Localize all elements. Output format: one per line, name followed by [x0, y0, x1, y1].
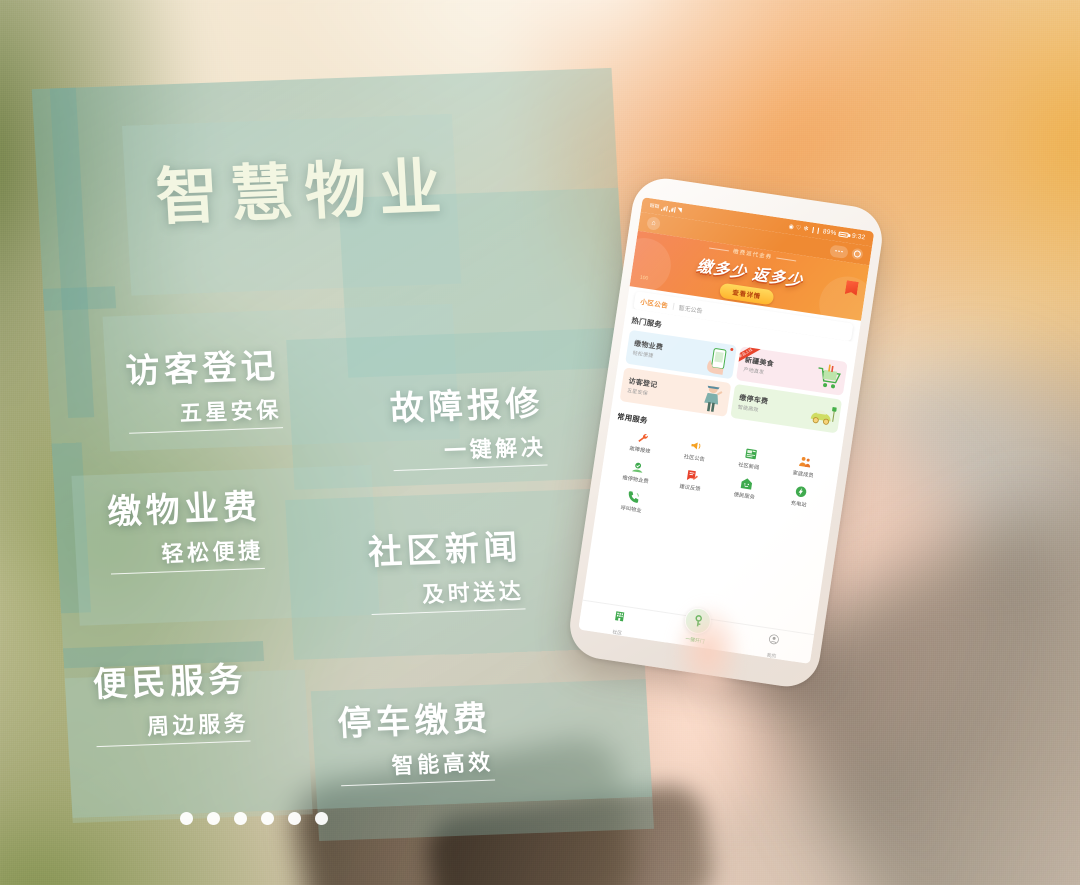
tab-community[interactable]: 社区: [579, 604, 659, 642]
feature-subtitle: 五星安保: [127, 392, 283, 434]
shield-icon: ♡: [795, 225, 802, 232]
phone-hand-icon: [707, 348, 727, 375]
page-title: 智慧物业: [154, 152, 456, 233]
home-icon[interactable]: ⌂: [646, 216, 661, 231]
feature-title: 社区新闻: [367, 528, 523, 573]
tab-label: 我的: [766, 652, 777, 660]
notice-value: 暂无公告: [678, 305, 703, 315]
signal-icon: [660, 204, 668, 212]
service-label: 便民服务: [733, 491, 756, 501]
wrench-icon: [633, 429, 650, 446]
user-icon: [766, 632, 781, 652]
family-icon: [797, 453, 814, 470]
service-item-convenience[interactable]: 便民服务: [717, 472, 775, 504]
carousel-dot[interactable]: [261, 812, 274, 825]
carousel-dots[interactable]: [180, 812, 328, 825]
service-label: 社区新闻: [737, 462, 760, 472]
battery-percent-label: 89%: [822, 228, 837, 238]
service-item-news[interactable]: 社区新闻: [721, 442, 779, 474]
feature-subtitle: 智能高效: [339, 744, 495, 787]
carousel-dot[interactable]: [207, 812, 220, 825]
service-item-family[interactable]: 家庭成员: [775, 450, 833, 482]
phone-call-icon: [624, 488, 641, 505]
divider: [672, 302, 675, 310]
service-label: 故障报修: [628, 445, 651, 456]
feature-visitor-registration: 访客登记 五星安保: [124, 338, 283, 434]
service-label: 家庭成员: [792, 470, 814, 480]
feature-parking-payment: 停车缴费 智能高效: [336, 691, 495, 787]
feature-community-news: 社区新闻 及时送达: [367, 520, 526, 615]
notice-label: 小区公告: [639, 298, 669, 310]
building-icon: [612, 608, 627, 628]
pay-hand-icon: [629, 458, 646, 475]
feature-title: 缴物业费: [106, 488, 263, 532]
tab-profile[interactable]: 我的: [733, 627, 813, 664]
feature-property-fee: 缴物业费 轻松便捷: [106, 479, 265, 575]
feature-subtitle: 及时送达: [369, 573, 526, 615]
carousel-dot[interactable]: [315, 812, 328, 825]
carousel-dot[interactable]: [288, 812, 301, 825]
shopping-cart-icon: [818, 364, 841, 389]
service-item-call-property[interactable]: 呼叫物业: [603, 485, 661, 517]
house-smile-icon: [738, 475, 755, 492]
status-bar-left: ▤▤ ◥: [649, 202, 682, 214]
clock-label: 9:32: [851, 232, 866, 242]
feedback-icon: [683, 466, 700, 483]
wifi-icon: ◥: [676, 207, 683, 215]
ribbon-icon: [845, 280, 859, 296]
service-item-repair[interactable]: 故障报修: [612, 426, 670, 458]
feature-title: 故障报修: [389, 384, 545, 429]
dual-sim-icon: ▤▤: [649, 202, 660, 210]
feature-convenience-service: 便民服务 周边服务: [92, 652, 251, 748]
target-icon[interactable]: [851, 247, 864, 261]
charge-icon: [792, 483, 809, 500]
battery-icon: [837, 231, 851, 238]
service-label: 社区公告: [683, 454, 706, 464]
feature-subtitle: 周边服务: [94, 705, 251, 748]
signal-icon: [668, 205, 676, 213]
service-item-charging-station[interactable]: 充电站: [771, 480, 829, 512]
tab-open-door[interactable]: 一键开门: [656, 606, 736, 649]
service-label: 缴停物业费: [621, 475, 649, 486]
service-label: 建议反馈: [678, 483, 701, 493]
key-icon: [683, 606, 713, 636]
megaphone-icon: [688, 437, 705, 454]
tab-label: 一键开门: [684, 637, 705, 646]
carousel-dot[interactable]: [234, 812, 247, 825]
eye-icon: ◉: [788, 224, 795, 231]
carousel-dot[interactable]: [180, 812, 193, 825]
tab-label: 社区: [612, 629, 623, 637]
bluetooth-icon: ✻: [802, 226, 809, 233]
service-item-announcement[interactable]: 社区公告: [667, 434, 725, 466]
feature-subtitle: 一键解决: [391, 429, 548, 472]
feature-subtitle: 轻松便捷: [108, 532, 265, 575]
feature-title: 便民服务: [92, 660, 248, 705]
feature-repair-report: 故障报修 一键解决: [389, 376, 548, 472]
service-item-feedback[interactable]: 建议反馈: [662, 463, 720, 495]
feature-title: 访客登记: [124, 347, 281, 391]
bottom-tab-bar: 社区 一键开门 我的: [578, 599, 815, 664]
newspaper-icon: [742, 445, 759, 462]
service-item-pay-property-fee[interactable]: 缴停物业费: [608, 455, 666, 487]
service-label: 充电站: [790, 500, 807, 509]
car-icon: [810, 407, 837, 425]
coin-tag-label: 100: [639, 274, 649, 282]
glass-poster: 智慧物业 访客登记 五星安保 故障报修 一键解决 缴物业费 轻松便捷 社区新闻 …: [31, 67, 655, 842]
feature-title: 停车缴费: [336, 699, 493, 744]
guard-icon: [704, 385, 723, 412]
service-label: 呼叫物业: [620, 505, 642, 515]
more-dots-icon[interactable]: [829, 244, 849, 259]
vibrate-icon: ❙❙: [810, 227, 822, 235]
